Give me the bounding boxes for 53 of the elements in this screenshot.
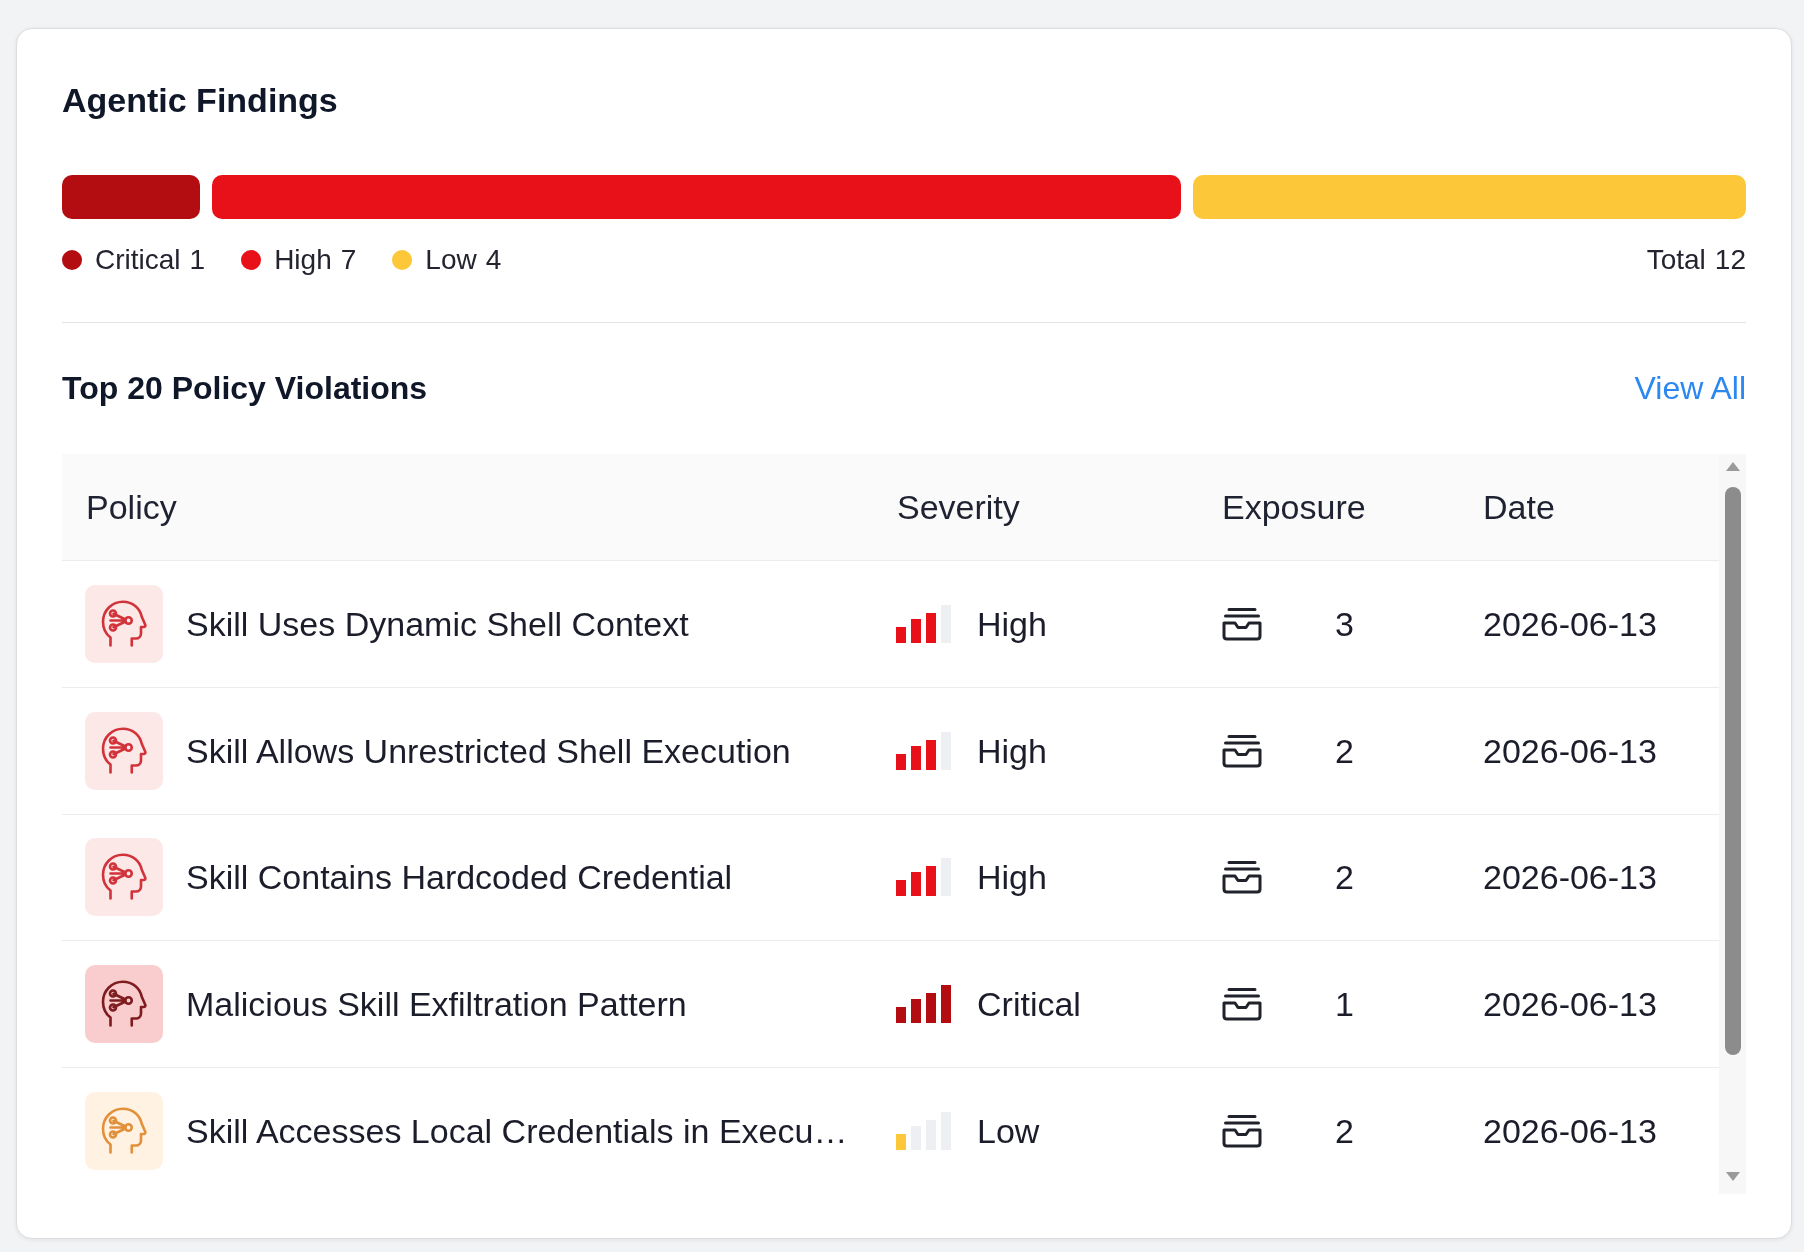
- tray-icon: [1222, 860, 1262, 895]
- total-label: Total: [1646, 244, 1706, 276]
- head-icon: [85, 965, 163, 1044]
- exposure-count: 2: [1335, 730, 1354, 771]
- column-header: Severity: [897, 487, 1020, 527]
- date-text: 2026-06-13: [1483, 730, 1657, 771]
- legend-count: 1: [189, 244, 206, 276]
- scroll-up-icon[interactable]: [1725, 462, 1740, 471]
- policy-name: Skill Allows Unrestricted Shell Execution: [186, 730, 791, 771]
- signal-bars-icon: [896, 985, 952, 1024]
- policy-name: Malicious Skill Exfiltration Pattern: [186, 984, 687, 1025]
- total-count: 12: [1714, 244, 1746, 276]
- policy-name: Skill Accesses Local Credentials in Execu…: [186, 1111, 848, 1152]
- head-icon: [85, 838, 163, 917]
- date-text: 2026-06-13: [1483, 857, 1657, 898]
- severity-label: High: [977, 603, 1047, 644]
- legend-label: High: [274, 244, 332, 276]
- legend-label: Low: [425, 244, 477, 276]
- date-text: 2026-06-13: [1483, 984, 1657, 1025]
- signal-bars-icon: [896, 604, 952, 643]
- signal-bars-icon: [896, 858, 952, 897]
- column-header: Date: [1483, 487, 1555, 527]
- legend-label: Critical: [95, 244, 181, 276]
- column-header: Exposure: [1222, 487, 1366, 527]
- exposure-count: 3: [1335, 603, 1354, 644]
- date-text: 2026-06-13: [1483, 603, 1657, 644]
- card-title: Agentic Findings: [62, 80, 338, 121]
- head-icon: [85, 711, 163, 790]
- severity-label: High: [977, 857, 1047, 898]
- signal-bars-icon: [896, 731, 952, 770]
- exposure-count: 2: [1335, 1111, 1354, 1152]
- column-header: Policy: [86, 487, 177, 527]
- view-all-link[interactable]: View All: [1634, 368, 1746, 408]
- severity-label: Low: [977, 1111, 1040, 1152]
- scrollbar-thumb[interactable]: [1724, 487, 1741, 1055]
- date-text: 2026-06-13: [1483, 1111, 1657, 1152]
- policy-name: Skill Contains Hardcoded Credential: [186, 857, 733, 898]
- tray-icon: [1222, 733, 1262, 768]
- section-title: Top 20 Policy Violations: [62, 369, 428, 408]
- legend-count: 7: [340, 244, 357, 276]
- scroll-down-icon[interactable]: [1725, 1172, 1740, 1181]
- severity-label: High: [977, 730, 1047, 771]
- legend-count: 4: [485, 244, 502, 276]
- policy-name: Skill Uses Dynamic Shell Context: [186, 603, 689, 644]
- tray-icon: [1222, 1114, 1262, 1149]
- severity-label: Critical: [977, 984, 1081, 1025]
- exposure-count: 2: [1335, 857, 1354, 898]
- head-icon: [85, 584, 163, 663]
- signal-bars-icon: [896, 1112, 952, 1151]
- exposure-count: 1: [1335, 984, 1354, 1025]
- tray-icon: [1222, 987, 1262, 1022]
- head-icon: [85, 1092, 163, 1171]
- tray-icon: [1222, 606, 1262, 641]
